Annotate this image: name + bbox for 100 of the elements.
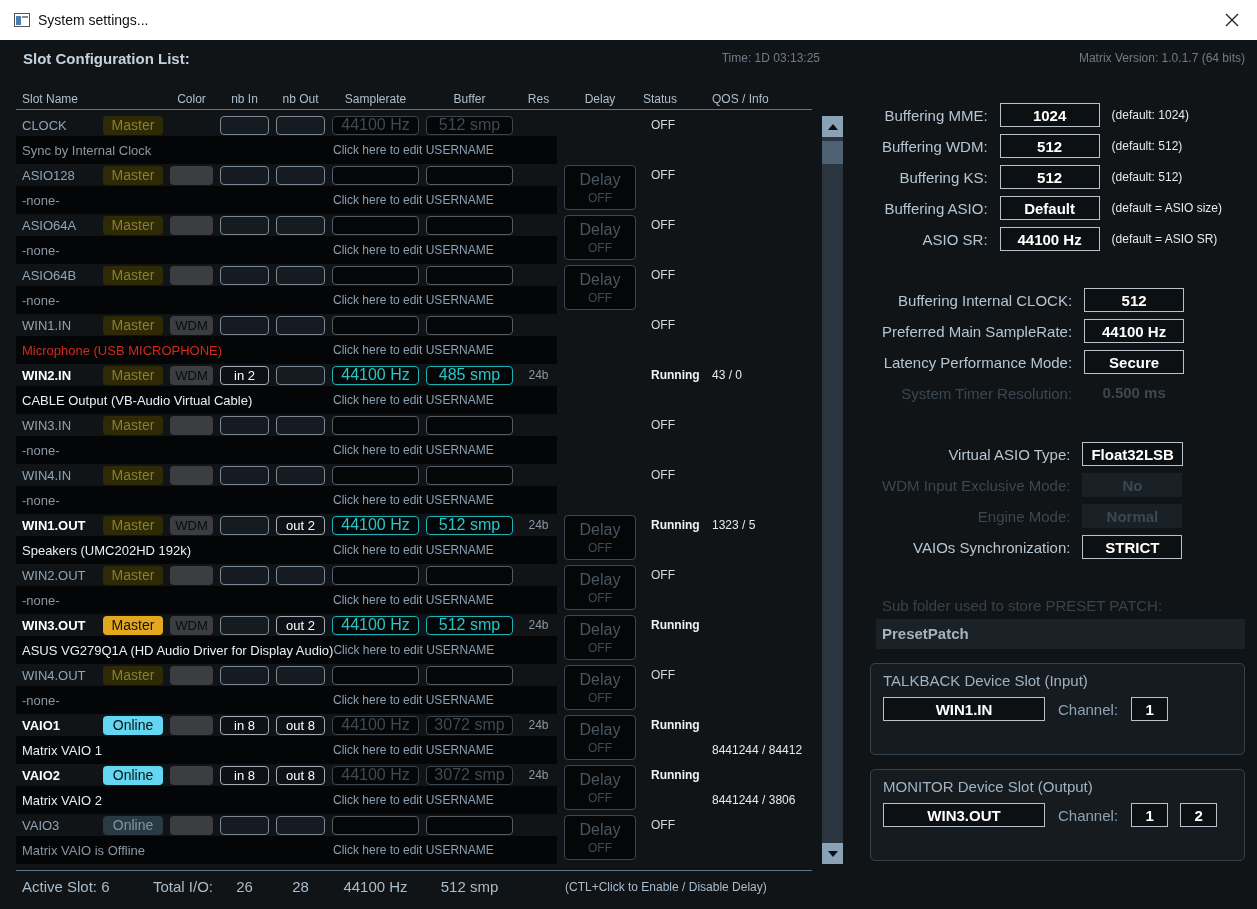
channel-field[interactable]: in 2 (220, 365, 269, 385)
username-link[interactable]: Click here to edit USERNAME (333, 493, 494, 507)
samplerate-field[interactable]: 44100 Hz (332, 615, 419, 635)
samplerate-field[interactable] (332, 265, 419, 285)
channel-field[interactable] (220, 215, 269, 235)
online-badge[interactable]: Online (103, 815, 163, 835)
channel-field[interactable] (276, 215, 325, 235)
buffer-field[interactable] (426, 815, 513, 835)
username-link[interactable]: Click here to edit USERNAME (333, 693, 494, 707)
channel-field[interactable] (220, 115, 269, 135)
setting-value-field[interactable]: 512 (999, 165, 1100, 189)
master-badge[interactable]: Master (103, 265, 163, 285)
master-badge[interactable]: Master (103, 165, 163, 185)
username-link[interactable]: Click here to edit USERNAME (333, 243, 494, 257)
scrollbar[interactable] (822, 116, 843, 864)
channel-field[interactable] (220, 165, 269, 185)
channel-field[interactable]: out 8 (276, 715, 325, 735)
username-link[interactable]: Click here to edit USERNAME (333, 193, 494, 207)
online-badge[interactable]: Online (103, 765, 163, 785)
master-badge[interactable]: Master (103, 415, 163, 435)
master-badge[interactable]: Master (103, 315, 163, 335)
setting-value-field[interactable]: Secure (1084, 350, 1185, 374)
master-badge[interactable]: Master (103, 615, 163, 635)
buffer-field[interactable] (426, 265, 513, 285)
channel-field[interactable] (220, 415, 269, 435)
setting-value-field[interactable]: 512 (1084, 288, 1185, 312)
channel-field[interactable]: out 8 (276, 765, 325, 785)
username-link[interactable]: Click here to edit USERNAME (333, 143, 494, 157)
channel-field[interactable] (276, 265, 325, 285)
channel-field[interactable] (220, 465, 269, 485)
buffer-field[interactable]: 512 smp (426, 615, 513, 635)
samplerate-field[interactable] (332, 315, 419, 335)
samplerate-field[interactable] (332, 415, 419, 435)
master-badge[interactable]: Master (103, 565, 163, 585)
color-swatch[interactable] (170, 815, 213, 835)
channel-field[interactable] (276, 415, 325, 435)
master-badge[interactable]: Master (103, 465, 163, 485)
buffer-field[interactable] (426, 465, 513, 485)
channel-field[interactable]: 1 (1131, 803, 1169, 827)
slot-field[interactable]: WIN3.OUT (883, 803, 1045, 827)
username-link[interactable]: Click here to edit USERNAME (333, 593, 494, 607)
samplerate-field[interactable]: 44100 Hz (332, 515, 419, 535)
samplerate-field[interactable]: 44100 Hz (332, 365, 419, 385)
channel-field[interactable] (276, 365, 325, 385)
channel-field[interactable] (276, 165, 325, 185)
channel-field[interactable] (276, 315, 325, 335)
username-link[interactable]: Click here to edit USERNAME (333, 843, 494, 857)
username-link[interactable]: Click here to edit USERNAME (333, 443, 494, 457)
color-swatch[interactable] (170, 415, 213, 435)
color-swatch[interactable] (170, 765, 213, 785)
setting-value-field[interactable]: 44100 Hz (999, 227, 1100, 251)
channel-field[interactable]: in 8 (220, 715, 269, 735)
channel-field[interactable] (276, 665, 325, 685)
samplerate-field[interactable] (332, 215, 419, 235)
master-badge[interactable]: Master (103, 365, 163, 385)
username-link[interactable]: Click here to edit USERNAME (333, 543, 494, 557)
samplerate-field[interactable] (332, 465, 419, 485)
buffer-field[interactable] (426, 315, 513, 335)
channel-field[interactable] (220, 265, 269, 285)
setting-value-field[interactable]: 512 (999, 134, 1100, 158)
buffer-field[interactable] (426, 215, 513, 235)
channel-field[interactable] (220, 665, 269, 685)
online-badge[interactable]: Online (103, 715, 163, 735)
scroll-up-button[interactable] (822, 116, 843, 137)
color-swatch[interactable] (170, 165, 213, 185)
color-swatch[interactable] (170, 665, 213, 685)
scroll-down-button[interactable] (822, 843, 843, 864)
setting-value-field[interactable]: Default (999, 196, 1100, 220)
color-swatch[interactable] (170, 565, 213, 585)
username-link[interactable]: Click here to edit USERNAME (333, 743, 494, 757)
samplerate-field[interactable] (332, 665, 419, 685)
channel-field[interactable]: out 2 (276, 615, 325, 635)
channel-field[interactable] (276, 815, 325, 835)
scroll-thumb[interactable] (822, 141, 843, 164)
channel-field[interactable] (220, 615, 269, 635)
buffer-field[interactable] (426, 165, 513, 185)
setting-value-field[interactable]: 44100 Hz (1084, 319, 1185, 343)
samplerate-field[interactable] (332, 815, 419, 835)
master-badge[interactable]: Master (103, 515, 163, 535)
username-link[interactable]: Click here to edit USERNAME (333, 643, 495, 657)
color-swatch[interactable] (170, 265, 213, 285)
channel-field[interactable]: 2 (1180, 803, 1218, 827)
setting-value-field[interactable]: STRICT (1082, 535, 1183, 559)
master-badge[interactable]: Master (103, 665, 163, 685)
channel-field[interactable] (276, 115, 325, 135)
channel-field[interactable] (276, 565, 325, 585)
channel-field[interactable] (220, 315, 269, 335)
username-link[interactable]: Click here to edit USERNAME (333, 393, 494, 407)
color-swatch[interactable] (170, 465, 213, 485)
username-link[interactable]: Click here to edit USERNAME (333, 793, 494, 807)
buffer-field[interactable] (426, 665, 513, 685)
buffer-field[interactable]: 512 smp (426, 515, 513, 535)
channel-field[interactable]: 1 (1131, 697, 1169, 721)
master-badge[interactable]: Master (103, 215, 163, 235)
samplerate-field[interactable] (332, 565, 419, 585)
channel-field[interactable]: in 8 (220, 765, 269, 785)
preset-folder-field[interactable]: PresetPatch (876, 619, 1245, 649)
channel-field[interactable] (220, 565, 269, 585)
master-badge[interactable]: Master (103, 115, 163, 135)
channel-field[interactable]: out 2 (276, 515, 325, 535)
